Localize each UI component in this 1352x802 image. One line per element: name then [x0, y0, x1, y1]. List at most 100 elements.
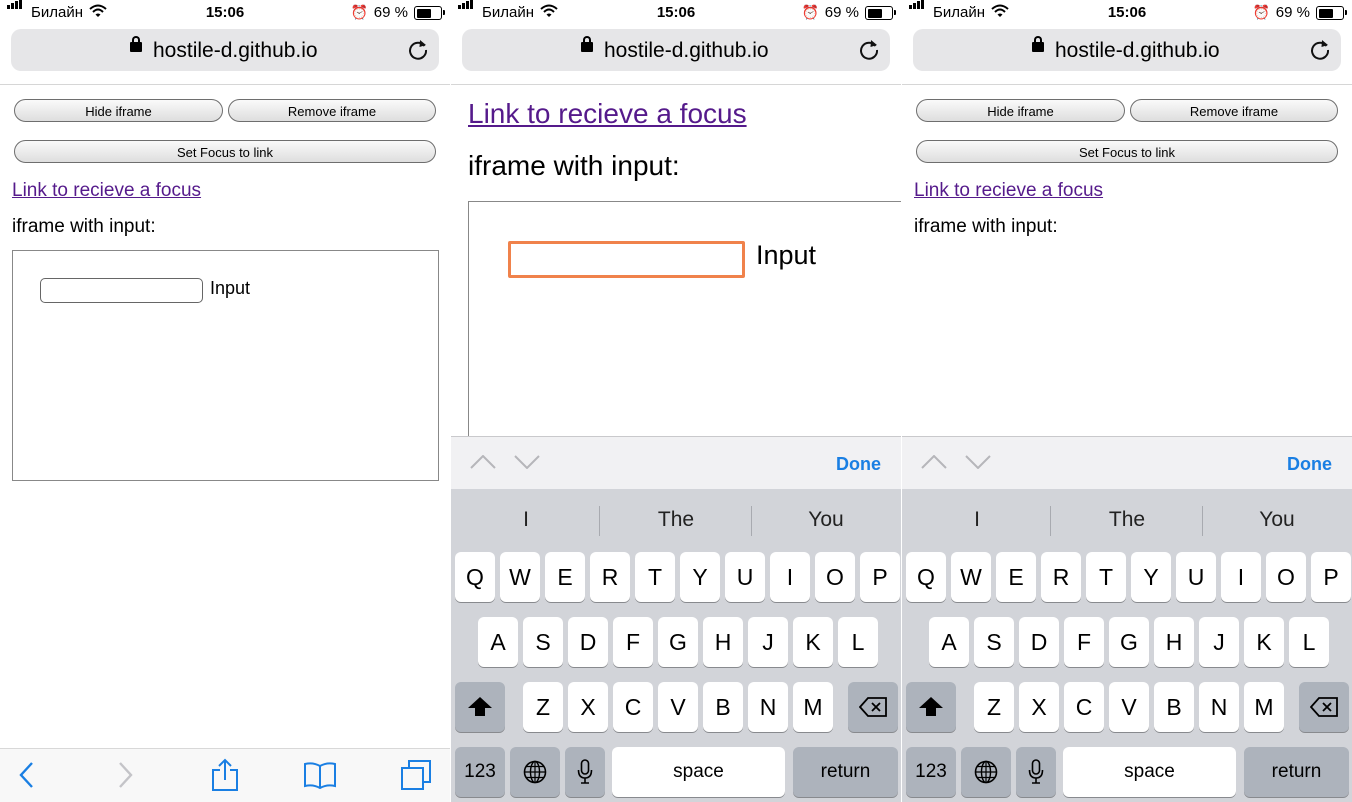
- key-a[interactable]: A: [478, 617, 518, 667]
- url-bar[interactable]: hostile-d.github.io: [913, 29, 1341, 71]
- chevron-down-icon[interactable]: [965, 455, 991, 469]
- iframe-text-input[interactable]: [40, 278, 203, 303]
- back-icon[interactable]: [18, 761, 34, 789]
- key-l[interactable]: L: [838, 617, 878, 667]
- key-f[interactable]: F: [1064, 617, 1104, 667]
- done-button[interactable]: Done: [836, 454, 881, 475]
- key-m[interactable]: M: [793, 682, 833, 732]
- key-o[interactable]: O: [815, 552, 855, 602]
- url-bar[interactable]: hostile-d.github.io: [462, 29, 890, 71]
- shift-key[interactable]: [906, 682, 956, 732]
- forward-icon[interactable]: [118, 761, 134, 789]
- iframe-text-input[interactable]: [508, 241, 745, 278]
- remove-iframe-button[interactable]: Remove iframe: [1130, 99, 1338, 122]
- reload-icon[interactable]: [1309, 38, 1331, 60]
- key-m[interactable]: M: [1244, 682, 1284, 732]
- space-key[interactable]: space: [612, 747, 785, 797]
- key-y[interactable]: Y: [680, 552, 720, 602]
- key-r[interactable]: R: [1041, 552, 1081, 602]
- key-c[interactable]: C: [613, 682, 653, 732]
- key-j[interactable]: J: [748, 617, 788, 667]
- globe-key[interactable]: [961, 747, 1011, 797]
- key-z[interactable]: Z: [523, 682, 563, 732]
- key-r[interactable]: R: [590, 552, 630, 602]
- focus-link[interactable]: Link to recieve a focus: [12, 180, 201, 202]
- key-v[interactable]: V: [658, 682, 698, 732]
- key-u[interactable]: U: [1176, 552, 1216, 602]
- key-d[interactable]: D: [568, 617, 608, 667]
- key-n[interactable]: N: [1199, 682, 1239, 732]
- reload-icon[interactable]: [407, 38, 429, 60]
- key-h[interactable]: H: [703, 617, 743, 667]
- shift-key[interactable]: [455, 682, 505, 732]
- space-key[interactable]: space: [1063, 747, 1236, 797]
- hide-iframe-button[interactable]: Hide iframe: [916, 99, 1125, 122]
- key-s[interactable]: S: [974, 617, 1014, 667]
- key-w[interactable]: W: [500, 552, 540, 602]
- return-key[interactable]: return: [793, 747, 898, 797]
- key-p[interactable]: P: [1311, 552, 1351, 602]
- key-q[interactable]: Q: [455, 552, 495, 602]
- microphone-key[interactable]: [565, 747, 605, 797]
- key-s[interactable]: S: [523, 617, 563, 667]
- tabs-icon[interactable]: [400, 759, 432, 791]
- key-h[interactable]: H: [1154, 617, 1194, 667]
- key-e[interactable]: E: [996, 552, 1036, 602]
- key-t[interactable]: T: [635, 552, 675, 602]
- reload-icon[interactable]: [858, 38, 880, 60]
- globe-key[interactable]: [510, 747, 560, 797]
- focus-link[interactable]: Link to recieve a focus: [914, 180, 1103, 202]
- key-e[interactable]: E: [545, 552, 585, 602]
- bookmarks-icon[interactable]: [303, 761, 337, 789]
- key-w[interactable]: W: [951, 552, 991, 602]
- key-a[interactable]: A: [929, 617, 969, 667]
- key-z[interactable]: Z: [974, 682, 1014, 732]
- key-j[interactable]: J: [1199, 617, 1239, 667]
- suggestion[interactable]: I: [902, 489, 1052, 551]
- key-k[interactable]: K: [793, 617, 833, 667]
- microphone-key[interactable]: [1016, 747, 1056, 797]
- key-k[interactable]: K: [1244, 617, 1284, 667]
- set-focus-button[interactable]: Set Focus to link: [916, 140, 1338, 163]
- key-g[interactable]: G: [1109, 617, 1149, 667]
- suggestion[interactable]: The: [601, 489, 751, 551]
- backspace-key[interactable]: [1299, 682, 1349, 732]
- key-g[interactable]: G: [658, 617, 698, 667]
- key-c[interactable]: C: [1064, 682, 1104, 732]
- key-d[interactable]: D: [1019, 617, 1059, 667]
- key-b[interactable]: B: [703, 682, 743, 732]
- share-icon[interactable]: [211, 758, 239, 792]
- key-t[interactable]: T: [1086, 552, 1126, 602]
- suggestion[interactable]: I: [451, 489, 601, 551]
- numbers-key[interactable]: 123: [455, 747, 505, 797]
- suggestion[interactable]: You: [751, 489, 901, 551]
- key-u[interactable]: U: [725, 552, 765, 602]
- suggestion[interactable]: You: [1202, 489, 1352, 551]
- key-b[interactable]: B: [1154, 682, 1194, 732]
- chevron-up-icon[interactable]: [470, 455, 496, 469]
- key-i[interactable]: I: [1221, 552, 1261, 602]
- key-f[interactable]: F: [613, 617, 653, 667]
- key-y[interactable]: Y: [1131, 552, 1171, 602]
- key-l[interactable]: L: [1289, 617, 1329, 667]
- hide-iframe-button[interactable]: Hide iframe: [14, 99, 223, 122]
- remove-iframe-button[interactable]: Remove iframe: [228, 99, 436, 122]
- chevron-up-icon[interactable]: [921, 455, 947, 469]
- key-x[interactable]: X: [568, 682, 608, 732]
- numbers-key[interactable]: 123: [906, 747, 956, 797]
- key-v[interactable]: V: [1109, 682, 1149, 732]
- done-button[interactable]: Done: [1287, 454, 1332, 475]
- set-focus-button[interactable]: Set Focus to link: [14, 140, 436, 163]
- chevron-down-icon[interactable]: [514, 455, 540, 469]
- key-n[interactable]: N: [748, 682, 788, 732]
- key-i[interactable]: I: [770, 552, 810, 602]
- backspace-key[interactable]: [848, 682, 898, 732]
- key-x[interactable]: X: [1019, 682, 1059, 732]
- key-q[interactable]: Q: [906, 552, 946, 602]
- key-p[interactable]: P: [860, 552, 900, 602]
- url-bar[interactable]: hostile-d.github.io: [11, 29, 439, 71]
- focus-link[interactable]: Link to recieve a focus: [468, 98, 747, 130]
- key-o[interactable]: O: [1266, 552, 1306, 602]
- suggestion[interactable]: The: [1052, 489, 1202, 551]
- return-key[interactable]: return: [1244, 747, 1349, 797]
